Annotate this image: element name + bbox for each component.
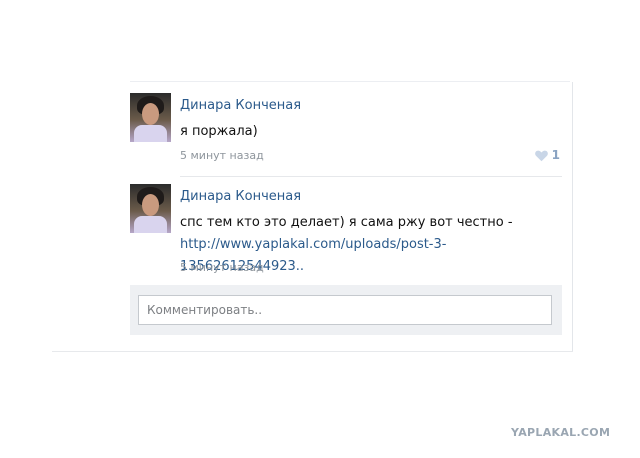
avatar-shirt [134,125,167,142]
comment-time[interactable]: 5 минут назад [180,261,264,274]
comment-input[interactable] [138,295,552,325]
reply-area [130,285,562,335]
avatar[interactable] [130,184,171,233]
comment-text: я поржала) [180,124,258,139]
top-divider [130,81,570,82]
comment-author[interactable]: Динара Конченая [180,189,301,204]
avatar-face [142,103,159,125]
page: Динара Конченая я поржала) 5 минут назад… [0,0,640,458]
comment-author[interactable]: Динара Конченая [180,98,301,113]
comment-item: Динара Конченая спс тем кто это делает) … [130,184,560,280]
like-count: 1 [551,148,560,162]
comment-time[interactable]: 5 минут назад [180,149,264,162]
comment-divider [180,176,562,177]
like-button[interactable]: 1 [534,148,560,162]
comment-item: Динара Конченая я поржала) 5 минут назад… [130,93,560,171]
right-border [572,82,573,352]
heart-icon [534,150,548,161]
watermark: YAPLAKAL.COM [511,426,611,439]
avatar-shirt [134,216,167,233]
avatar[interactable] [130,93,171,142]
avatar-face [142,194,159,216]
comment-text-body: спс тем кто это делает) я сама ржу вот ч… [180,215,513,230]
bottom-divider [52,351,573,352]
